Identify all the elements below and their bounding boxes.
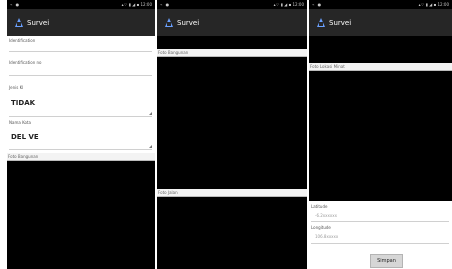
dropdown-corner-icon — [149, 112, 152, 115]
latitude-label: Latitude — [311, 204, 328, 209]
location-panel: Latitude -6.2xxxxxx Longitude 106.8xxxxx… — [309, 201, 452, 269]
location-content: Foto Lokasi Minat Latitude -6.2xxxxxx Lo… — [309, 36, 452, 269]
jenis-value[interactable]: TIDAK — [11, 99, 35, 107]
longitude-label: Longitude — [311, 225, 331, 230]
section-label: Foto Lokasi Minat — [310, 64, 345, 69]
status-bar: ⌁ ● ▴⌔ ▮ ◢ ▪ 12:00 — [157, 0, 307, 9]
form-panel: Identification Identification no Jenis K… — [7, 36, 155, 156]
jenis-label: Jenis Kl — [9, 85, 24, 90]
save-button[interactable]: Simpan — [370, 254, 403, 268]
form-content: Identification Identification no Jenis K… — [7, 36, 155, 269]
status-right: ▴⌔ ▮ ◢ ▪ 12:00 — [273, 2, 304, 7]
kota-value[interactable]: DEL VE — [11, 133, 39, 141]
phone-screen-3: ⌁ ● ▴⌔ ▮ ◢ ▪ 12:00 Survei Foto Lokasi Mi… — [309, 0, 452, 269]
app-title: Survei — [27, 19, 50, 27]
status-left: ⌁ ● — [312, 2, 323, 7]
action-bar: Survei — [309, 9, 452, 36]
longitude-field[interactable]: 106.8xxxxx — [315, 234, 338, 239]
longitude-underline — [311, 243, 449, 244]
app-title: Survei — [177, 19, 200, 27]
app-title: Survei — [329, 19, 352, 27]
identification-field[interactable] — [9, 51, 152, 52]
status-left: ⌁ ● — [10, 2, 21, 7]
section-label: Foto Bangunan — [8, 154, 39, 159]
app-logo-icon[interactable] — [165, 18, 173, 27]
dropdown-corner-icon — [149, 145, 152, 148]
latitude-field[interactable]: -6.2xxxxxx — [315, 213, 337, 218]
status-right: ▴⌔ ▮ ◢ ▪ 12:00 — [121, 2, 152, 7]
photo-content: Foto Bangunan Foto Jalan — [157, 36, 307, 269]
app-logo-icon[interactable] — [15, 18, 23, 27]
section-header: Foto Jalan — [157, 189, 307, 197]
section-header: Foto Bangunan — [157, 49, 307, 57]
section-label: Foto Jalan — [158, 190, 178, 195]
status-bar: ⌁ ● ▴⌔ ▮ ◢ ▪ 12:00 — [7, 0, 155, 9]
kota-underline — [9, 149, 152, 150]
phone-screen-1: ⌁ ● ▴⌔ ▮ ◢ ▪ 12:00 Survei Identification… — [7, 0, 155, 269]
section-label: Foto Bangunan — [158, 50, 189, 55]
section-header: Foto Lokasi Minat — [309, 63, 452, 71]
identification-label: Identification — [9, 38, 36, 43]
app-logo-icon[interactable] — [317, 18, 325, 27]
identification-no-label: Identification no — [9, 60, 42, 65]
section-header: Foto Bangunan — [7, 153, 155, 161]
status-right: ▴⌔ ▮ ◢ ▪ 12:00 — [418, 2, 449, 7]
action-bar: Survei — [157, 9, 307, 36]
kota-label: Nama Kota — [9, 120, 31, 125]
phone-screen-2: ⌁ ● ▴⌔ ▮ ◢ ▪ 12:00 Survei Foto Bangunan … — [157, 0, 307, 269]
jenis-underline — [9, 116, 152, 117]
action-bar: Survei — [7, 9, 155, 36]
identification-no-field[interactable] — [9, 75, 152, 76]
status-left: ⌁ ● — [160, 2, 171, 7]
latitude-underline — [311, 221, 449, 222]
status-bar: ⌁ ● ▴⌔ ▮ ◢ ▪ 12:00 — [309, 0, 452, 9]
